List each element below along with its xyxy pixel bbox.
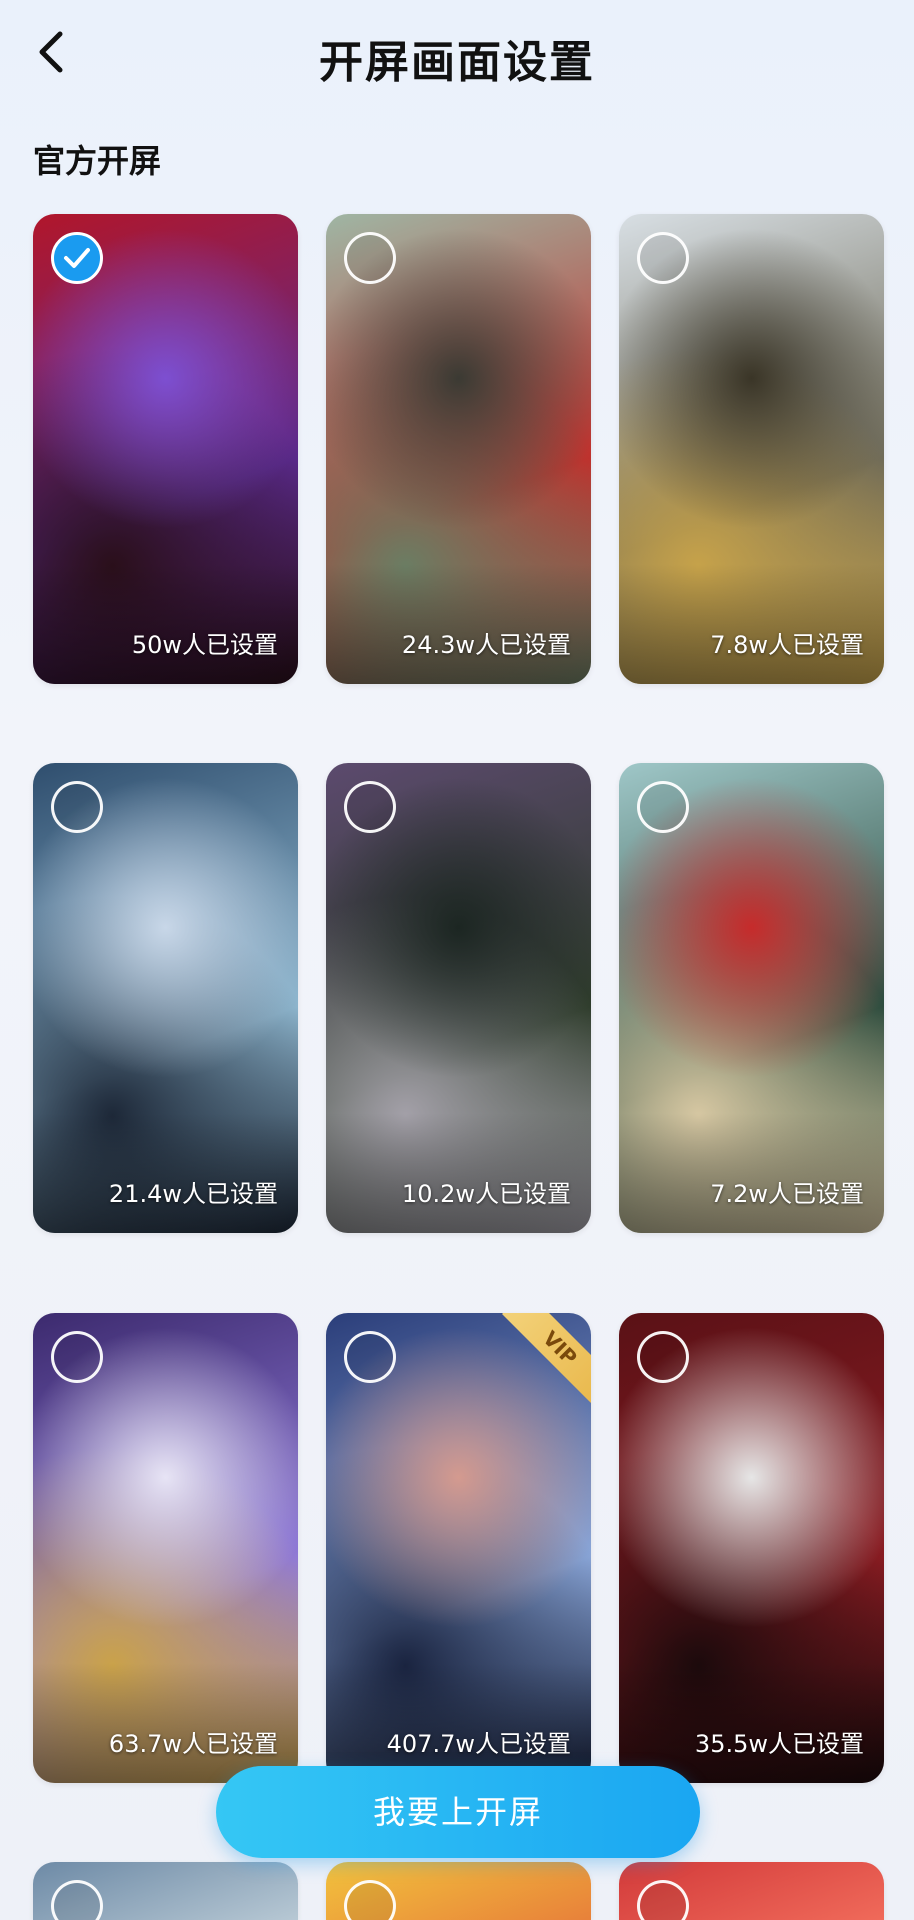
select-radio[interactable]: [344, 1331, 396, 1383]
splash-card[interactable]: 35.5w人已设置: [619, 1313, 884, 1783]
splash-card[interactable]: 7.2w人已设置: [619, 763, 884, 1233]
selected-check-icon[interactable]: [51, 232, 103, 284]
select-radio[interactable]: [637, 232, 689, 284]
splash-card[interactable]: 50w人已设置: [33, 214, 298, 684]
card-bottom-shade: [33, 1663, 298, 1783]
usage-count: 50w人已设置: [131, 631, 278, 659]
splash-card[interactable]: 21.4w人已设置: [33, 763, 298, 1233]
usage-count: 24.3w人已设置: [401, 631, 571, 659]
splash-card[interactable]: [33, 1862, 298, 1920]
usage-count: 10.2w人已设置: [401, 1180, 571, 1208]
card-bottom-shade: [326, 1663, 591, 1783]
usage-count: 7.2w人已设置: [710, 1180, 864, 1208]
splash-card[interactable]: 24.3w人已设置: [326, 214, 591, 684]
splash-card[interactable]: 10.2w人已设置: [326, 763, 591, 1233]
splash-card[interactable]: [326, 1862, 591, 1920]
splash-card[interactable]: 7.8w人已设置: [619, 214, 884, 684]
select-radio[interactable]: [51, 1331, 103, 1383]
select-radio[interactable]: [344, 232, 396, 284]
usage-count: 7.8w人已设置: [710, 631, 864, 659]
usage-count: 63.7w人已设置: [108, 1730, 278, 1758]
usage-count: 21.4w人已设置: [108, 1180, 278, 1208]
card-bottom-shade: [619, 564, 884, 684]
usage-count: 407.7w人已设置: [386, 1730, 571, 1758]
submit-splash-button[interactable]: 我要上开屏: [216, 1766, 700, 1858]
card-bottom-shade: [33, 1113, 298, 1233]
splash-grid: 50w人已设置 24.3w人已设置 7.8w人已设置 21.4w人已设置 10.2w人已…: [0, 0, 914, 1920]
card-bottom-shade: [326, 564, 591, 684]
splash-card[interactable]: [619, 1862, 884, 1920]
splash-card[interactable]: VIP 407.7w人已设置: [326, 1313, 591, 1783]
usage-count: 35.5w人已设置: [694, 1730, 864, 1758]
card-bottom-shade: [619, 1663, 884, 1783]
card-bottom-shade: [33, 564, 298, 684]
card-bottom-shade: [326, 1113, 591, 1233]
splash-card[interactable]: 63.7w人已设置: [33, 1313, 298, 1783]
select-radio[interactable]: [637, 781, 689, 833]
select-radio[interactable]: [344, 781, 396, 833]
select-radio[interactable]: [637, 1331, 689, 1383]
select-radio[interactable]: [51, 781, 103, 833]
card-bottom-shade: [619, 1113, 884, 1233]
